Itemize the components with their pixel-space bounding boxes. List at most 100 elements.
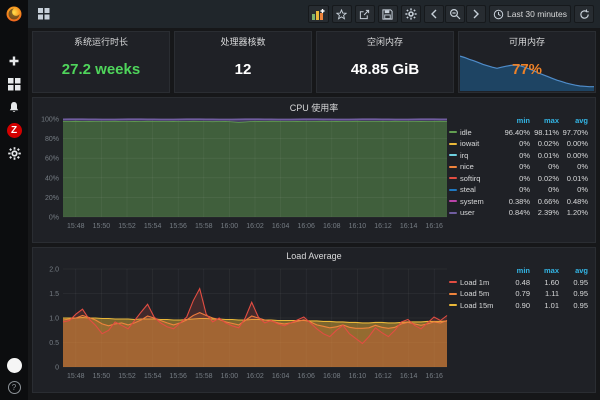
svg-text:16:08: 16:08: [323, 223, 341, 230]
svg-text:20%: 20%: [45, 195, 59, 202]
dashboards-grid-icon[interactable]: [4, 77, 24, 91]
svg-text:16:00: 16:00: [221, 373, 239, 380]
time-range-label: Last 30 minutes: [507, 9, 567, 19]
cpu-legend-table: minmaxavgidle96.40%98.11%97.70%iowait0%0…: [449, 115, 589, 219]
svg-text:16:12: 16:12: [374, 373, 392, 380]
svg-text:0: 0: [55, 365, 59, 372]
svg-text:16:06: 16:06: [297, 373, 315, 380]
alerting-bell-icon[interactable]: [4, 100, 24, 114]
svg-text:100%: 100%: [41, 117, 59, 124]
top-navbar: Last 30 minutes: [28, 0, 600, 28]
series-color-marker: [449, 131, 457, 133]
svg-text:16:02: 16:02: [246, 223, 264, 230]
help-icon[interactable]: ?: [8, 381, 21, 394]
panel-cpu-cores[interactable]: 处理器核数 12: [174, 31, 312, 93]
series-color-marker: [449, 212, 457, 214]
legend-row-load-5m[interactable]: Load 5m0.791.110.95: [449, 288, 589, 300]
star-dashboard-button[interactable]: [332, 5, 352, 23]
svg-text:16:06: 16:06: [297, 223, 315, 230]
main-area: Last 30 minutes 系统运行时长 27.2 weeks 处理器核数: [28, 0, 600, 400]
svg-text:16:12: 16:12: [374, 223, 392, 230]
time-back-button[interactable]: [424, 5, 444, 23]
zabbix-plugin-icon[interactable]: Z: [4, 123, 24, 137]
svg-text:15:54: 15:54: [144, 223, 162, 230]
series-color-marker: [449, 166, 457, 168]
series-color-marker: [449, 304, 457, 306]
free-memory-value: 48.85 GiB: [317, 47, 453, 92]
legend-row-irq[interactable]: irq0%0.01%0.00%: [449, 150, 589, 162]
svg-text:15:58: 15:58: [195, 223, 213, 230]
svg-text:16:04: 16:04: [272, 373, 290, 380]
svg-text:16:14: 16:14: [400, 373, 418, 380]
svg-text:80%: 80%: [45, 136, 59, 143]
panel-free-memory[interactable]: 空闲内存 48.85 GiB: [316, 31, 454, 93]
save-dashboard-button[interactable]: [378, 5, 398, 23]
legend-row-idle[interactable]: idle96.40%98.11%97.70%: [449, 127, 589, 139]
svg-text:16:16: 16:16: [425, 223, 443, 230]
series-color-marker: [449, 177, 457, 179]
cpu-cores-value: 12: [175, 47, 311, 92]
create-plus-icon[interactable]: [4, 54, 24, 68]
series-color-marker: [449, 143, 457, 145]
add-panel-button[interactable]: [308, 5, 329, 23]
panel-title[interactable]: 空闲内存: [317, 32, 453, 47]
panel-title[interactable]: Load Average: [33, 248, 595, 263]
panel-cpu-usage[interactable]: CPU 使用率 100%80%60%40%20%0%15:4815:5015:5…: [32, 97, 596, 243]
refresh-button[interactable]: [574, 5, 594, 23]
svg-text:15:54: 15:54: [144, 373, 162, 380]
svg-text:16:16: 16:16: [425, 373, 443, 380]
grafana-logo-icon[interactable]: [0, 0, 28, 28]
series-color-marker: [449, 293, 457, 295]
panel-available-memory[interactable]: 可用内存 77%: [458, 31, 596, 93]
stats-row: 系统运行时长 27.2 weeks 处理器核数 12 空闲内存 48.85 Gi…: [32, 31, 596, 93]
legend-header: minmaxavg: [449, 115, 589, 127]
series-color-marker: [449, 154, 457, 156]
panel-title[interactable]: 系统运行时长: [33, 32, 169, 47]
svg-text:15:52: 15:52: [118, 373, 136, 380]
svg-text:1.5: 1.5: [49, 291, 59, 298]
panel-uptime[interactable]: 系统运行时长 27.2 weeks: [32, 31, 170, 93]
user-avatar[interactable]: [7, 358, 22, 373]
sidebar: Z ?: [0, 0, 28, 400]
legend-header: minmaxavg: [449, 265, 589, 277]
svg-text:15:52: 15:52: [118, 223, 136, 230]
legend-row-load-15m[interactable]: Load 15m0.901.010.95: [449, 300, 589, 312]
time-forward-button[interactable]: [466, 5, 486, 23]
svg-text:16:00: 16:00: [221, 223, 239, 230]
svg-text:16:10: 16:10: [349, 373, 367, 380]
svg-text:40%: 40%: [45, 175, 59, 182]
panel-title[interactable]: 可用内存: [459, 32, 595, 47]
panel-title[interactable]: 处理器核数: [175, 32, 311, 47]
svg-text:60%: 60%: [45, 156, 59, 163]
legend-row-iowait[interactable]: iowait0%0.02%0.00%: [449, 138, 589, 150]
svg-text:2.0: 2.0: [49, 267, 59, 274]
panel-title[interactable]: CPU 使用率: [33, 98, 595, 113]
legend-row-steal[interactable]: steal0%0%0%: [449, 184, 589, 196]
share-dashboard-button[interactable]: [355, 5, 375, 23]
zabbix-badge: Z: [7, 123, 22, 138]
svg-text:15:50: 15:50: [93, 373, 111, 380]
legend-row-system[interactable]: system0.38%0.66%0.48%: [449, 196, 589, 208]
svg-text:16:08: 16:08: [323, 373, 341, 380]
dashboard-canvas: 系统运行时长 27.2 weeks 处理器核数 12 空闲内存 48.85 Gi…: [28, 28, 600, 400]
available-memory-value: 77%: [459, 47, 595, 92]
svg-text:15:58: 15:58: [195, 373, 213, 380]
svg-text:15:48: 15:48: [67, 223, 85, 230]
series-color-marker: [449, 281, 457, 283]
svg-text:15:56: 15:56: [169, 373, 187, 380]
legend-row-nice[interactable]: nice0%0%0%: [449, 161, 589, 173]
legend-row-load-1m[interactable]: Load 1m0.481.600.95: [449, 277, 589, 289]
zoom-out-button[interactable]: [445, 5, 465, 23]
legend-row-softirq[interactable]: softirq0%0.02%0.01%: [449, 173, 589, 185]
svg-text:1.0: 1.0: [49, 316, 59, 323]
grafana-app: Z ?: [0, 0, 600, 400]
dashboard-picker-icon[interactable]: [34, 5, 54, 23]
dashboard-settings-button[interactable]: [401, 5, 421, 23]
svg-text:16:02: 16:02: [246, 373, 264, 380]
panel-load-average[interactable]: Load Average 2.01.51.00.5015:4815:5015:5…: [32, 247, 596, 393]
configuration-gear-icon[interactable]: [4, 146, 24, 160]
legend-row-user[interactable]: user0.84%2.39%1.20%: [449, 207, 589, 219]
svg-text:15:56: 15:56: [169, 223, 187, 230]
svg-text:15:50: 15:50: [93, 223, 111, 230]
time-range-picker[interactable]: Last 30 minutes: [489, 5, 571, 23]
